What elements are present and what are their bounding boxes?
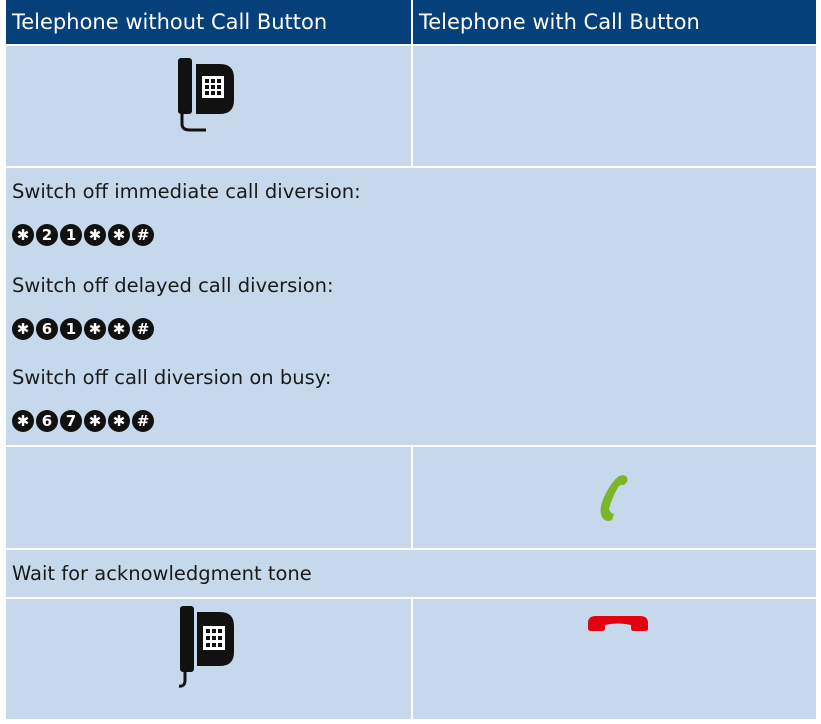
step-delayed-label: Switch off delayed call diversion:	[12, 274, 334, 297]
key-digit: 2	[36, 224, 58, 246]
header-with-call-button: Telephone with Call Button	[413, 0, 816, 44]
key-star: ✱	[108, 224, 130, 246]
key-star: ✱	[84, 410, 106, 432]
key-digit: 6	[36, 410, 58, 432]
key-hash: #	[132, 318, 154, 340]
lift-handset-row	[6, 46, 816, 166]
key-star: ✱	[84, 224, 106, 246]
call-button-row	[6, 447, 816, 548]
red-handset-icon	[588, 616, 648, 631]
key-digit: 7	[60, 410, 82, 432]
key-digit: 6	[36, 318, 58, 340]
lift-handset-cell-left	[6, 46, 411, 166]
step-delayed-code: ✱ 6 1 ✱ ✱ #	[12, 318, 154, 340]
step-immediate-code: ✱ 2 1 ✱ ✱ #	[12, 224, 154, 246]
wait-for-tone-label: Wait for acknowledgment tone	[12, 562, 312, 585]
lift-handset-cell-right	[413, 46, 816, 166]
dial-codes-cell: Switch off immediate call diversion: ✱ 2…	[6, 168, 816, 445]
key-star: ✱	[12, 224, 34, 246]
hang-up-cell-right	[413, 599, 816, 719]
desk-phone-icon	[178, 606, 234, 688]
hang-up-row	[6, 599, 816, 719]
instruction-table: Telephone without Call Button Telephone …	[6, 0, 816, 719]
header-without-call-button: Telephone without Call Button	[6, 0, 411, 44]
call-button-cell-left	[6, 447, 411, 548]
key-star: ✱	[108, 318, 130, 340]
desk-phone-icon	[178, 58, 234, 132]
key-digit: 1	[60, 318, 82, 340]
step-busy-code: ✱ 6 7 ✱ ✱ #	[12, 410, 154, 432]
green-handset-icon	[600, 475, 628, 521]
key-star: ✱	[12, 410, 34, 432]
hang-up-cell-left	[6, 599, 411, 719]
key-hash: #	[132, 410, 154, 432]
step-busy-label: Switch off call diversion on busy:	[12, 366, 332, 389]
key-hash: #	[132, 224, 154, 246]
wait-cell: Wait for acknowledgment tone	[6, 550, 816, 597]
step-immediate-label: Switch off immediate call diversion:	[12, 180, 361, 203]
call-button-cell-right	[413, 447, 816, 548]
table-header-row: Telephone without Call Button Telephone …	[6, 0, 816, 44]
key-star: ✱	[84, 318, 106, 340]
key-digit: 1	[60, 224, 82, 246]
key-star: ✱	[108, 410, 130, 432]
key-star: ✱	[12, 318, 34, 340]
wait-row: Wait for acknowledgment tone	[6, 550, 816, 597]
dial-codes-row: Switch off immediate call diversion: ✱ 2…	[6, 168, 816, 445]
